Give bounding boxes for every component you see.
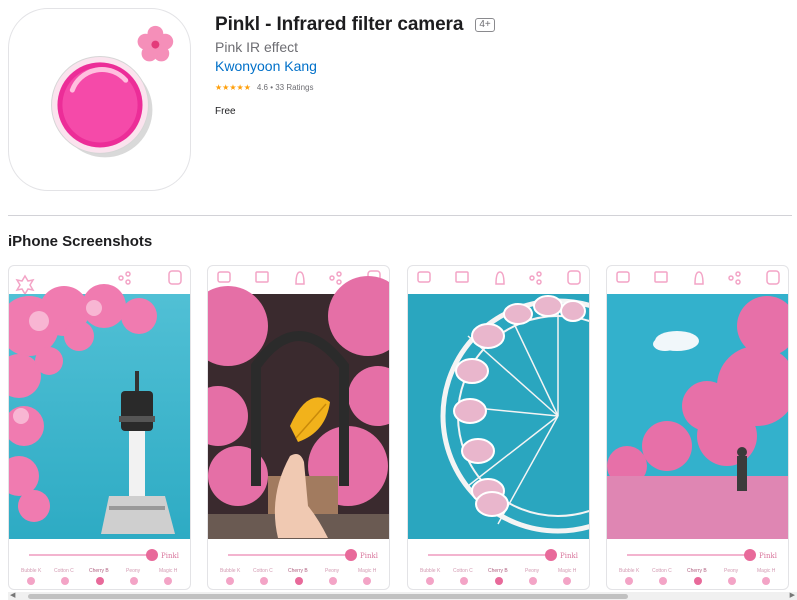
svg-text:Cherry B: Cherry B: [288, 568, 308, 574]
filter-icon: [295, 271, 305, 285]
screenshot-carousel[interactable]: Pinkl Bubble K Cotton C Cherry B Peony Mag…: [8, 265, 797, 592]
divider: [8, 215, 792, 216]
svg-text:Bubble K: Bubble K: [21, 568, 42, 574]
title-row: Pinkl - Infrared filter camera 4+: [215, 14, 495, 36]
svg-text:Peony: Peony: [325, 568, 340, 574]
cherry-blossom-icon: [137, 25, 174, 62]
filter-controls: Pinkl: [29, 549, 180, 561]
sparkle-icon: [15, 274, 35, 296]
camera-lens-icon: [51, 25, 174, 158]
screenshot-4[interactable]: Pinkl Bubble K Cotton C Cherry B Peony Mag…: [606, 265, 789, 590]
svg-text:Cherry B: Cherry B: [687, 568, 707, 574]
flower-icons: [27, 577, 172, 585]
star-rating-icon: ★★★★★: [215, 83, 251, 92]
horizontal-scrollbar[interactable]: ◀ ▶: [8, 592, 797, 600]
svg-text:Magic H: Magic H: [558, 568, 577, 574]
svg-text:Bubble K: Bubble K: [420, 568, 441, 574]
age-rating-badge: 4+: [475, 18, 495, 32]
app-title: Pinkl - Infrared filter camera: [215, 14, 464, 35]
share-icon: [329, 275, 335, 281]
svg-text:Magic H: Magic H: [358, 568, 377, 574]
section-title: iPhone Screenshots: [8, 233, 153, 250]
svg-text:Pinkl: Pinkl: [161, 552, 180, 560]
svg-text:Peony: Peony: [525, 568, 540, 574]
svg-text:Pinkl: Pinkl: [759, 552, 778, 560]
svg-text:Peony: Peony: [126, 568, 141, 574]
scroll-right-icon[interactable]: ▶: [790, 592, 795, 600]
app-icon: [8, 8, 191, 191]
save-icon: [168, 270, 182, 285]
person: [737, 456, 747, 491]
screenshot-2[interactable]: Pinkl Bubble K Cotton C Cherry B Peony Mag…: [207, 265, 390, 590]
svg-text:Cotton C: Cotton C: [453, 568, 473, 574]
screenshot-3[interactable]: Pinkl Bubble K Cotton C Cherry B Peony Mag…: [407, 265, 590, 590]
svg-text:Cotton C: Cotton C: [253, 568, 273, 574]
svg-text:Cotton C: Cotton C: [652, 568, 672, 574]
scroll-thumb[interactable]: [28, 594, 628, 599]
svg-text:Cherry B: Cherry B: [89, 568, 109, 574]
svg-text:Magic H: Magic H: [159, 568, 178, 574]
svg-text:Magic H: Magic H: [757, 568, 776, 574]
rating-row: ★★★★★ 4.6 • 33 Ratings: [215, 83, 313, 92]
gallery-icon: [255, 271, 269, 283]
svg-text:Bubble K: Bubble K: [619, 568, 640, 574]
price: Free: [215, 106, 236, 117]
scroll-left-icon[interactable]: ◀: [10, 592, 15, 600]
app-subtitle: Pink IR effect: [215, 39, 299, 55]
svg-text:Peony: Peony: [724, 568, 739, 574]
filter-labels: Bubble K Cotton C Cherry B Peony Magic H: [21, 568, 178, 574]
svg-text:Cherry B: Cherry B: [488, 568, 508, 574]
camera-icon: [217, 271, 231, 283]
developer-link[interactable]: Kwonyoon Kang: [215, 58, 317, 74]
svg-text:Pinkl: Pinkl: [560, 552, 579, 560]
share-icon: [118, 275, 124, 281]
rating-text: 4.6 • 33 Ratings: [256, 83, 314, 92]
svg-text:Cotton C: Cotton C: [54, 568, 74, 574]
screenshot-1[interactable]: Pinkl Bubble K Cotton C Cherry B Peony Mag…: [8, 265, 191, 590]
svg-text:Bubble K: Bubble K: [220, 568, 241, 574]
svg-text:Pinkl: Pinkl: [360, 552, 379, 560]
